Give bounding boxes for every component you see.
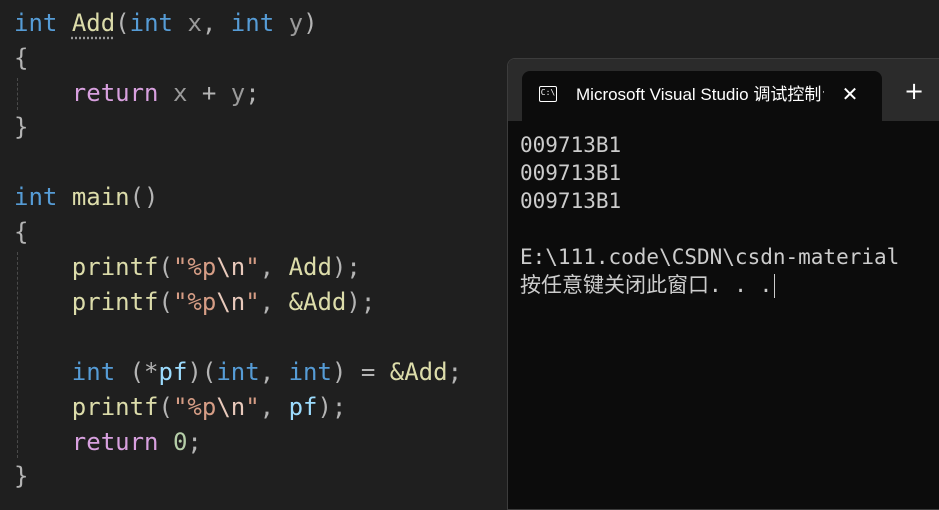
escape-sequence: \n	[216, 393, 246, 421]
escape-sequence: \n	[216, 253, 246, 281]
operator: +	[201, 79, 217, 107]
string-literal: "%p	[172, 253, 217, 281]
parameter: x	[172, 79, 188, 107]
paren: )	[187, 358, 202, 386]
prompt-text: 按任意键关闭此窗口. . .	[520, 273, 773, 297]
keyword: int	[14, 183, 58, 211]
punctuation: );	[317, 393, 347, 421]
code-line-9[interactable]: printf("%p\n", &Add);	[14, 285, 375, 319]
brace: {	[14, 218, 29, 246]
function-name: Add	[288, 253, 332, 281]
brace: {	[14, 44, 29, 72]
keyword: int	[129, 9, 173, 37]
keyword: int	[230, 9, 275, 37]
brace: }	[14, 113, 29, 141]
function-name: printf	[71, 393, 159, 421]
output-line: 009713B1	[520, 161, 622, 185]
keyword: return	[71, 428, 159, 456]
string-literal: "	[245, 288, 260, 316]
string-literal: "	[245, 393, 260, 421]
punctuation: );	[346, 288, 376, 316]
code-line-14[interactable]: }	[14, 459, 28, 493]
paren: ()	[129, 183, 159, 211]
keyword: int	[216, 358, 260, 386]
terminal-window[interactable]: C:\ Microsoft Visual Studio 调试控制台 ✕ + 00…	[507, 58, 939, 510]
paren: )	[331, 358, 347, 386]
tab-title: Microsoft Visual Studio 调试控制台	[576, 85, 824, 104]
punctuation: ,	[259, 253, 289, 281]
brace: }	[14, 462, 29, 490]
code-line-7[interactable]: {	[14, 215, 28, 249]
variable: pf	[158, 358, 188, 386]
number-literal: 0	[172, 428, 188, 456]
console-icon: C:\	[539, 86, 557, 102]
terminal-tab[interactable]: C:\ Microsoft Visual Studio 调试控制台 ✕	[522, 71, 882, 121]
keyword: int	[288, 358, 332, 386]
text-cursor	[774, 274, 776, 298]
parameter: y	[288, 9, 304, 37]
code-line-4[interactable]: }	[14, 110, 28, 144]
output-line: E:\111.code\CSDN\csdn-material	[520, 245, 900, 269]
paren: (	[201, 358, 217, 386]
code-line-1[interactable]: int Add(int x, int y)	[14, 6, 318, 40]
punctuation: ;	[447, 358, 463, 386]
code-line-12[interactable]: printf("%p\n", pf);	[14, 390, 347, 424]
string-literal: "	[245, 253, 260, 281]
tab-strip: C:\ Microsoft Visual Studio 调试控制台 ✕ +	[508, 59, 939, 121]
punctuation: ;	[245, 79, 260, 107]
punctuation: ,	[259, 288, 289, 316]
terminal-output[interactable]: 009713B1 009713B1 009713B1 E:\111.code\C…	[520, 131, 939, 299]
paren: (	[158, 393, 173, 421]
function-name: main	[71, 183, 130, 211]
output-line: 009713B1	[520, 133, 622, 157]
function-name: &Add	[389, 358, 448, 386]
function-name: printf	[71, 288, 159, 316]
punctuation: ;	[187, 428, 202, 456]
keyword: int	[14, 9, 58, 37]
punctuation: ,	[259, 393, 289, 421]
close-icon[interactable]: ✕	[838, 82, 862, 106]
function-name: printf	[71, 253, 159, 281]
operator: =	[346, 358, 390, 386]
punctuation: ,	[259, 358, 289, 386]
paren: (	[115, 9, 130, 37]
code-line-2[interactable]: {	[14, 41, 28, 75]
variable: pf	[288, 393, 318, 421]
paren: (*	[129, 358, 159, 386]
punctuation: );	[331, 253, 361, 281]
code-line-8[interactable]: printf("%p\n", Add);	[14, 250, 361, 284]
new-tab-button[interactable]: +	[902, 79, 926, 103]
function-name: &Add	[288, 288, 347, 316]
code-line-13[interactable]: return 0;	[14, 425, 202, 459]
string-literal: "%p	[172, 288, 217, 316]
paren: (	[158, 253, 173, 281]
escape-sequence: \n	[216, 288, 246, 316]
output-line: 009713B1	[520, 189, 622, 213]
punctuation: ,	[201, 9, 231, 37]
code-line-6[interactable]: int main()	[14, 180, 159, 214]
paren: )	[303, 9, 318, 37]
function-name: Add	[71, 9, 116, 37]
parameter: x	[187, 9, 202, 37]
code-line-11[interactable]: int (*pf)(int, int) = &Add;	[14, 355, 462, 389]
output-line: 按任意键关闭此窗口. . .	[520, 271, 939, 299]
keyword: return	[71, 79, 159, 107]
string-literal: "%p	[172, 393, 217, 421]
paren: (	[158, 288, 173, 316]
parameter: y	[230, 79, 246, 107]
code-line-3[interactable]: return x + y;	[14, 76, 260, 110]
keyword: int	[71, 358, 116, 386]
